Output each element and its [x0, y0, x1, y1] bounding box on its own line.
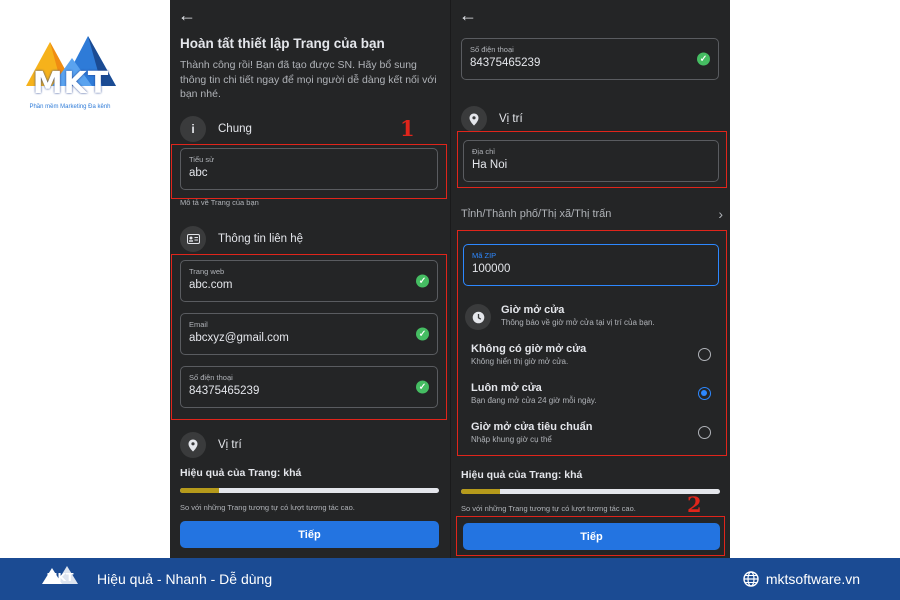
location-pin-icon [461, 106, 487, 132]
section-location: Vị trí [180, 432, 242, 458]
section-contact-label: Thông tin liên hệ [218, 233, 304, 245]
page-score-label: Hiệu quả của Trang: khá [180, 467, 302, 479]
step-marker-2: 2 [687, 492, 702, 517]
section-location-label: Vị trí [499, 113, 523, 125]
chevron-right-icon: › [718, 206, 723, 222]
footer-logo-text: MKT [46, 571, 74, 584]
section-contact: Thông tin liên hệ [180, 226, 303, 252]
logo-subtext: Phần mềm Marketing Đa kênh [29, 104, 111, 110]
info-icon: i [180, 116, 206, 142]
section-location-label: Vị trí [218, 439, 242, 451]
step-marker-1: 1 [400, 116, 415, 141]
next-button[interactable]: Tiếp [180, 521, 439, 548]
location-pin-icon [180, 432, 206, 458]
intro-text: Thành công rồi! Bạn đã tạo được SN. Hãy … [180, 59, 437, 100]
page-score-fill [461, 489, 500, 494]
section-location: Vị trí [461, 106, 523, 132]
footer-website[interactable]: mktsoftware.vn [743, 571, 860, 587]
bio-helper: Mô tả về Trang của bạn [180, 198, 259, 207]
highlight-box-next [456, 516, 725, 556]
highlight-box-bio [171, 144, 447, 199]
highlight-box-address [457, 131, 727, 188]
section-general-label: Chung [218, 123, 252, 135]
phone-value: 84375465239 [470, 57, 541, 69]
phone-label: Số điện thoại [470, 45, 514, 54]
page-score-label: Hiệu quả của Trang: khá [461, 469, 583, 481]
page-score-bar [461, 489, 720, 494]
highlight-box-zip-hours [457, 230, 727, 456]
footer-bar: MKT Hiệu quả - Nhanh - Dễ dùng mktsoftwa… [0, 558, 900, 600]
highlight-box-contact [171, 254, 447, 420]
phone-field[interactable]: Số điện thoại 84375465239 ✓ [461, 38, 719, 80]
back-arrow-icon[interactable]: ← [178, 5, 196, 26]
city-selector-label: Tỉnh/Thành phố/Thị xã/Thị trấn [461, 208, 612, 220]
globe-icon [743, 571, 759, 587]
page-score-note: So với những Trang tương tự có lượt tươn… [180, 503, 355, 512]
logo-wordmark: MKT [32, 66, 110, 101]
check-icon: ✓ [697, 52, 710, 66]
page-score-fill [180, 488, 219, 493]
page-score-bar [180, 488, 439, 493]
city-selector[interactable]: Tỉnh/Thành phố/Thị xã/Thị trấn › [461, 206, 723, 222]
page-score-note: So với những Trang tương tự có lượt tươn… [461, 504, 636, 513]
back-arrow-icon[interactable]: ← [459, 5, 477, 26]
right-background [730, 0, 900, 558]
footer-website-text: mktsoftware.vn [765, 571, 860, 587]
footer-tagline: Hiệu quả - Nhanh - Dễ dùng [97, 571, 273, 587]
contact-card-icon [180, 226, 206, 252]
section-general: i Chung [180, 116, 252, 142]
page-title: Hoàn tất thiết lập Trang của bạn [180, 36, 385, 51]
